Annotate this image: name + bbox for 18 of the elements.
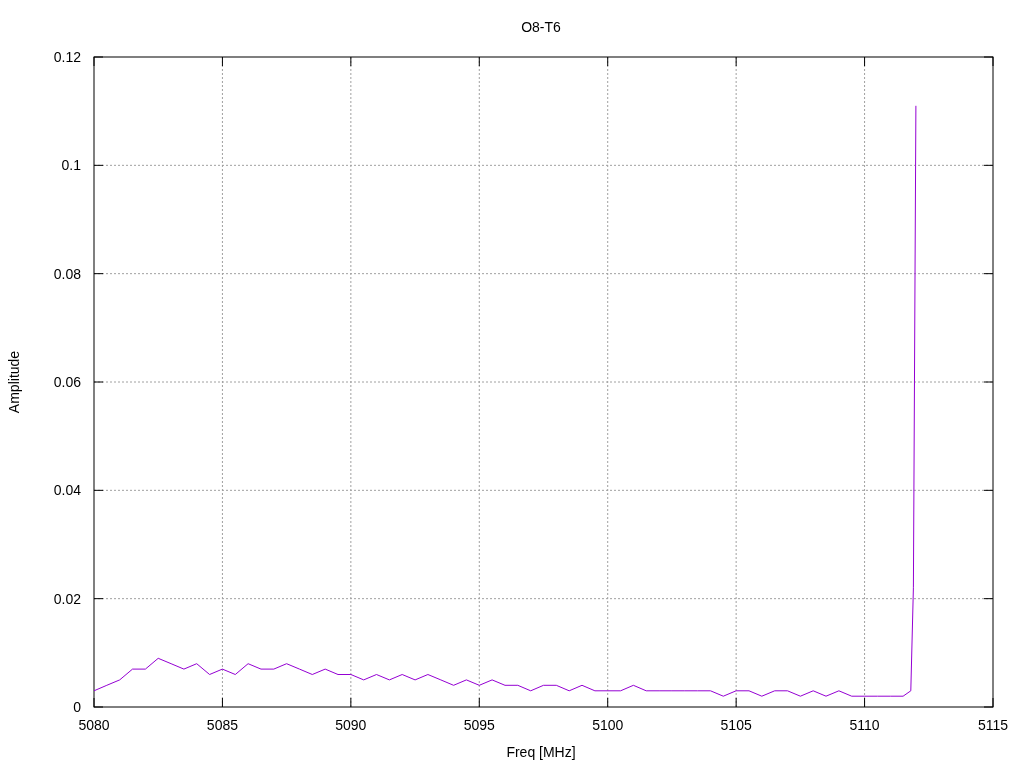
x-axis-label: Freq [MHz] <box>506 744 576 760</box>
x-tick-label: 5110 <box>849 717 880 733</box>
y-tick-label: 0.02 <box>53 590 81 607</box>
x-tick-label: 5100 <box>592 717 624 733</box>
x-tick-label: 5085 <box>206 717 238 733</box>
x-tick-label: 5095 <box>463 717 495 733</box>
x-tick-label: 5080 <box>78 717 110 733</box>
y-tick-label: 0 <box>73 699 81 715</box>
y-tick-label: 0.1 <box>61 157 81 174</box>
y-tick-label: 0.12 <box>53 49 81 65</box>
x-tick-label: 5105 <box>720 717 752 733</box>
x-tick-label: 5115 <box>977 717 1009 733</box>
y-tick-label: 0.06 <box>53 374 81 390</box>
y-tick-label: 0.08 <box>53 265 81 282</box>
x-tick-label: 5090 <box>335 717 367 733</box>
chart-title: O8-T6 <box>521 19 561 35</box>
y-tick-label: 0.04 <box>53 482 81 499</box>
y-axis-label: Amplitude <box>6 350 22 414</box>
